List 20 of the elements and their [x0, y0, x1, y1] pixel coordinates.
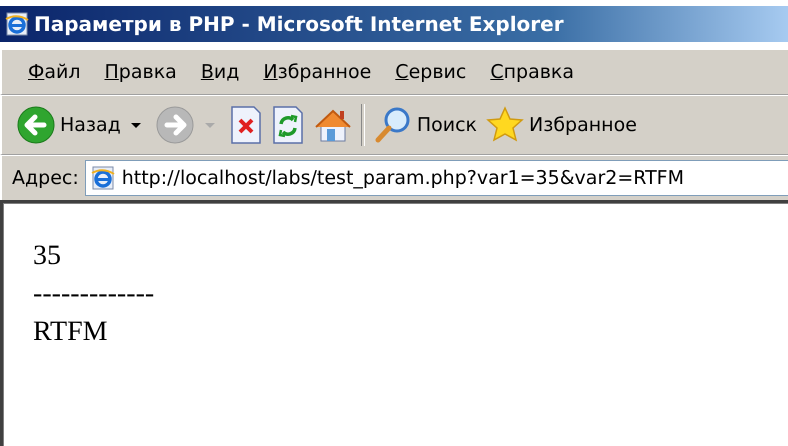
- browser-logo-icon: [4, 11, 30, 37]
- page-text: RTFM: [33, 315, 109, 349]
- favorites-button[interactable]: Избранное: [481, 101, 641, 149]
- menu-item[interactable]: Правка: [92, 57, 189, 87]
- menu-item[interactable]: Вид: [188, 57, 252, 87]
- stop-icon: [228, 105, 263, 145]
- menu-item[interactable]: Сервис: [383, 57, 478, 87]
- menu-item[interactable]: Справка: [478, 57, 586, 87]
- window-title: Параметри в PHP - Microsoft Internet Explorer: [34, 12, 564, 36]
- page-text: 35: [33, 239, 62, 273]
- address-label: Адрес:: [12, 167, 79, 189]
- address-field[interactable]: http://localhost/labs/test_param.php?var1=35&var2=RTFM: [84, 160, 788, 196]
- menu-item[interactable]: Избранное: [251, 57, 384, 87]
- refresh-icon: [270, 105, 305, 145]
- page-text: -------------: [33, 277, 156, 311]
- search-button[interactable]: Поиск: [368, 101, 482, 149]
- browser-logo-icon: [90, 165, 116, 191]
- menu-item[interactable]: Файл: [16, 57, 92, 87]
- dropdown-caret-icon[interactable]: [130, 122, 141, 128]
- back-button[interactable]: Назад: [12, 101, 125, 149]
